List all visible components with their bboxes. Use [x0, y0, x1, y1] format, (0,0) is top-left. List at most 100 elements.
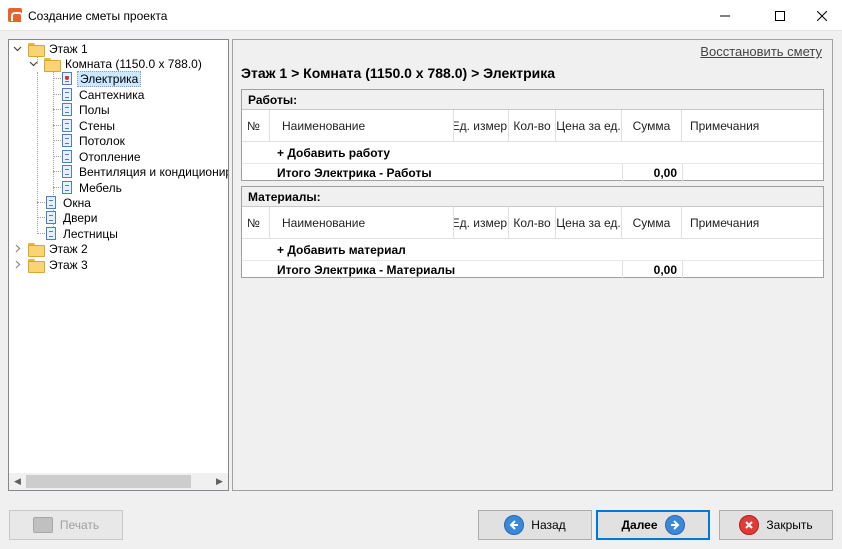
tree-label: Полы — [79, 102, 110, 117]
document-icon — [62, 119, 72, 132]
arrow-left-icon — [504, 515, 525, 535]
close-icon — [817, 10, 827, 21]
works-total-label: Итого Электрика - Работы — [277, 166, 432, 180]
window-title: Создание сметы проекта — [28, 9, 168, 23]
chevron-down-icon[interactable] — [13, 44, 22, 53]
tree-node-floor-3[interactable]: Этаж 3 — [13, 257, 90, 273]
minimize-button[interactable] — [702, 0, 748, 31]
back-button[interactable]: Назад — [478, 510, 592, 540]
col-price: Цена за ед. — [556, 110, 622, 141]
materials-total-value: 0,00 — [653, 263, 677, 277]
back-label: Назад — [531, 518, 566, 532]
chevron-down-icon[interactable] — [29, 59, 38, 68]
col-qty: Кол-во — [509, 207, 556, 238]
arrow-right-icon — [664, 515, 685, 535]
folder-icon — [28, 242, 45, 257]
document-icon — [62, 165, 72, 178]
close-button[interactable]: Закрыть — [719, 510, 833, 540]
add-work-button[interactable]: + Добавить работу — [272, 142, 472, 163]
tree-label: Отопление — [79, 149, 141, 164]
tree-node-doors[interactable]: Двери — [46, 210, 99, 225]
tree-node-floor-2[interactable]: Этаж 2 — [13, 241, 90, 257]
document-icon — [62, 88, 72, 101]
estimate-panel: Восстановить смету Этаж 1 > Комната (115… — [232, 39, 833, 491]
chevron-right-icon[interactable] — [13, 244, 22, 253]
folder-open-icon — [44, 57, 61, 72]
maximize-icon — [775, 10, 785, 21]
tree-node-walls[interactable]: Стены — [62, 118, 117, 133]
scroll-left-icon[interactable]: ◀ — [9, 473, 26, 490]
works-section: Работы: № Наименование Ед. измер. Кол-во… — [241, 89, 824, 182]
title-bar: Создание сметы проекта — [0, 0, 842, 31]
works-total-value: 0,00 — [653, 166, 677, 180]
scroll-right-icon[interactable]: ▶ — [211, 473, 228, 490]
document-icon — [62, 134, 72, 147]
col-price: Цена за ед. — [556, 207, 622, 238]
add-material-row: + Добавить материал — [242, 239, 823, 261]
col-notes: Примечания — [690, 215, 760, 230]
folder-icon — [28, 258, 45, 273]
tree-label: Стены — [79, 118, 115, 133]
app-icon — [8, 8, 23, 22]
table-header: № Наименование Ед. измер. Кол-во Цена за… — [242, 207, 823, 239]
maximize-button[interactable] — [757, 0, 803, 31]
tree-node-electrics[interactable]: Электрика — [62, 70, 142, 87]
tree-node-ceiling[interactable]: Потолок — [62, 133, 127, 148]
print-button[interactable]: Печать — [9, 510, 123, 540]
section-title: Работы: — [242, 90, 823, 110]
tree-label: Лестницы — [63, 226, 118, 241]
materials-total-row: Итого Электрика - Материалы 0,00 — [242, 261, 823, 279]
col-name: Наименование — [270, 110, 454, 141]
document-icon — [62, 103, 72, 116]
tree-node-ventilation[interactable]: Вентиляция и кондиционирование — [62, 164, 228, 179]
col-qty: Кол-во — [509, 110, 556, 141]
add-material-button[interactable]: + Добавить материал — [272, 239, 472, 260]
materials-section: Материалы: № Наименование Ед. измер. Кол… — [241, 186, 824, 279]
tree-label: Мебель — [79, 180, 122, 195]
tree-label: Комната (1150.0 x 788.0) — [65, 56, 202, 71]
tree-node-windows[interactable]: Окна — [46, 195, 93, 210]
project-tree[interactable]: Этаж 1 Комната (1150.0 x 788.0) Электрик… — [8, 39, 229, 491]
materials-total-label: Итого Электрика - Материалы — [277, 263, 456, 277]
document-icon — [46, 227, 56, 240]
tree-node-heating[interactable]: Отопление — [62, 149, 143, 164]
breadcrumb: Этаж 1 > Комната (1150.0 x 788.0) > Элек… — [241, 65, 556, 81]
document-icon — [46, 211, 56, 224]
tree-node-stairs[interactable]: Лестницы — [46, 226, 120, 241]
col-num: № — [242, 110, 270, 141]
tree-node-furniture[interactable]: Мебель — [62, 180, 124, 195]
col-notes: Примечания — [690, 118, 760, 133]
tree-node-room[interactable]: Комната (1150.0 x 788.0) — [29, 56, 204, 72]
add-work-row: + Добавить работу — [242, 142, 823, 164]
tree-node-plumbing[interactable]: Сантехника — [62, 87, 146, 102]
col-sum: Сумма — [622, 207, 682, 238]
next-label: Далее — [621, 518, 658, 532]
tree-label: Двери — [63, 210, 98, 225]
tree-label: Вентиляция и кондиционирование — [79, 164, 228, 179]
tree-label: Этаж 2 — [49, 241, 88, 256]
minimize-icon — [720, 15, 730, 16]
document-icon — [62, 72, 72, 85]
works-total-row: Итого Электрика - Работы 0,00 — [242, 164, 823, 182]
close-window-button[interactable] — [799, 0, 842, 31]
next-button[interactable]: Далее — [596, 510, 710, 540]
document-icon — [46, 196, 56, 209]
col-num: № — [242, 207, 270, 238]
tree-label: Этаж 1 — [49, 41, 88, 56]
print-label: Печать — [59, 518, 100, 532]
section-title: Материалы: — [242, 187, 823, 207]
tree-label: Электрика — [77, 70, 142, 87]
chevron-right-icon[interactable] — [13, 260, 22, 269]
tree-label: Окна — [63, 195, 91, 210]
printer-icon — [32, 517, 53, 533]
close-circle-icon — [739, 515, 760, 535]
col-unit: Ед. измер. — [454, 207, 509, 238]
document-icon — [62, 181, 72, 194]
scroll-thumb[interactable] — [26, 475, 191, 488]
tree-node-floors[interactable]: Полы — [62, 102, 112, 117]
tree-node-floor-1[interactable]: Этаж 1 — [13, 41, 90, 57]
tree-label: Потолок — [79, 133, 125, 148]
horizontal-scrollbar[interactable]: ◀ ▶ — [9, 473, 228, 490]
restore-estimate-link[interactable]: Восстановить смету — [700, 44, 822, 59]
col-name: Наименование — [270, 207, 454, 238]
